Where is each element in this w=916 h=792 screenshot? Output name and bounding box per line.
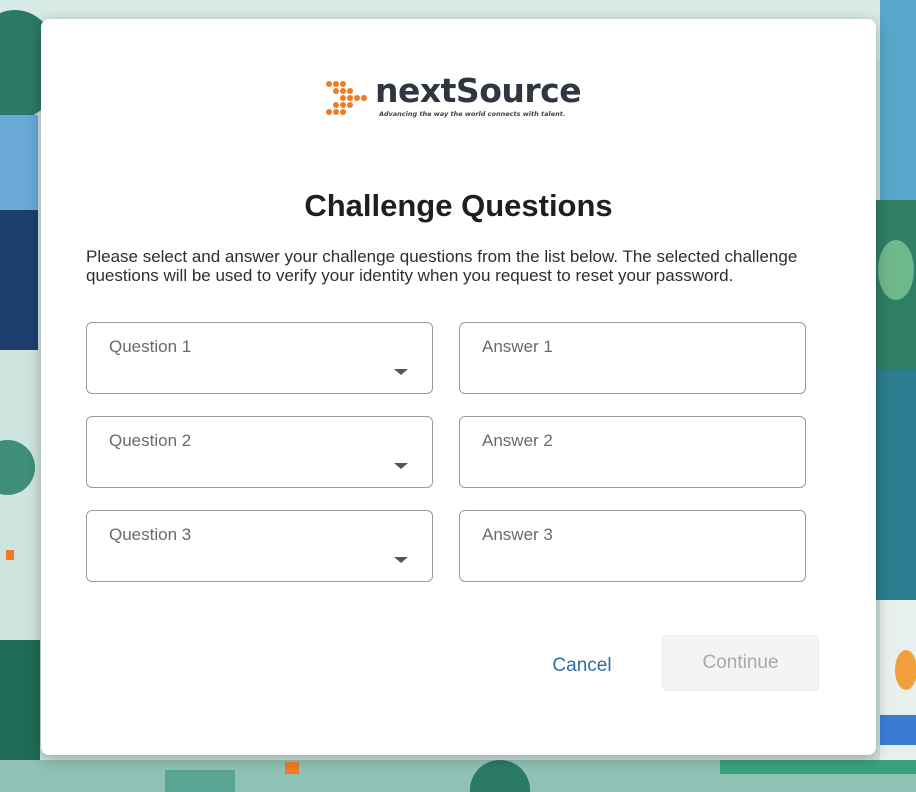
chevron-down-icon <box>394 557 408 563</box>
chevron-down-icon <box>394 369 408 375</box>
chevron-down-icon <box>394 463 408 469</box>
answer-2-field[interactable]: Answer 2 <box>459 416 806 488</box>
question-3-label: Question 3 <box>109 525 192 544</box>
question-2-label: Question 2 <box>109 431 192 450</box>
challenge-questions-dialog: nextSource Advancing the way the world c… <box>41 19 876 755</box>
nextsource-logo: nextSource Advancing the way the world c… <box>325 71 605 123</box>
cancel-button[interactable]: Cancel <box>535 646 629 686</box>
logo-tagline: Advancing the way the world connects wit… <box>379 110 566 118</box>
question-3-select[interactable]: Question 3 <box>86 510 433 582</box>
logo-dots-icon <box>326 81 367 115</box>
answer-1-field[interactable]: Answer 1 <box>459 322 806 394</box>
instructions-text: Please select and answer your challenge … <box>86 247 798 285</box>
question-1-label: Question 1 <box>109 337 192 356</box>
answer-3-label: Answer 3 <box>482 525 553 544</box>
answer-3-field[interactable]: Answer 3 <box>459 510 806 582</box>
page-title: Challenge Questions <box>304 188 613 223</box>
question-2-select[interactable]: Question 2 <box>86 416 433 488</box>
question-1-select[interactable]: Question 1 <box>86 322 433 394</box>
logo-wordmark: nextSource <box>375 71 582 110</box>
answer-2-label: Answer 2 <box>482 431 553 450</box>
continue-button[interactable]: Continue <box>662 635 819 691</box>
answer-1-label: Answer 1 <box>482 337 553 356</box>
